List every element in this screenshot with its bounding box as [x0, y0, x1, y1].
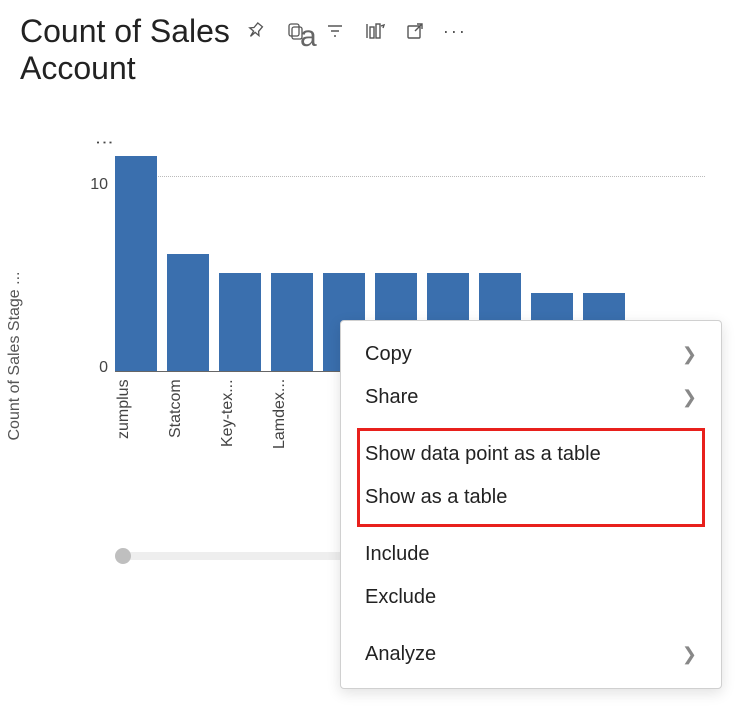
pin-icon[interactable]: [244, 20, 266, 42]
filter-icon[interactable]: [324, 20, 346, 42]
menu-item-show-as-table[interactable]: Show as a table: [341, 476, 721, 519]
menu-label: Show as a table: [365, 486, 507, 509]
menu-item-copy[interactable]: Copy ❯: [341, 333, 721, 376]
x-label-0: zumplus: [115, 379, 157, 494]
bar-3[interactable]: [271, 273, 313, 371]
menu-label: Share: [365, 386, 418, 409]
menu-label: Exclude: [365, 586, 436, 609]
y-axis-label: Count of Sales Stage ...: [6, 236, 24, 476]
bar-2[interactable]: [219, 273, 261, 371]
menu-label: Analyze: [365, 643, 436, 666]
visual-toolbar: ···: [244, 20, 466, 42]
menu-item-share[interactable]: Share ❯: [341, 376, 721, 419]
menu-item-show-data-point[interactable]: Show data point as a table: [341, 433, 721, 476]
menu-label: Include: [365, 543, 430, 566]
popout-icon[interactable]: [404, 20, 426, 42]
bar-0[interactable]: [115, 156, 157, 371]
y-tick-0: 0: [68, 359, 108, 377]
y-tick-10: 10: [68, 176, 108, 194]
bar-1[interactable]: [167, 254, 209, 371]
menu-item-exclude[interactable]: Exclude: [341, 576, 721, 619]
more-icon[interactable]: ···: [444, 20, 466, 42]
x-label-3: Lamdex...: [271, 379, 313, 494]
title-obscured-char: a: [300, 20, 317, 54]
scroll-thumb[interactable]: [115, 548, 131, 564]
chart-kebab-icon[interactable]: ⋮: [94, 134, 115, 150]
chevron-right-icon: ❯: [682, 644, 697, 665]
context-menu: Copy ❯ Share ❯ Show data point as a tabl…: [340, 320, 722, 689]
chevron-right-icon: ❯: [682, 387, 697, 408]
menu-label: Copy: [365, 343, 412, 366]
menu-item-analyze[interactable]: Analyze ❯: [341, 633, 721, 676]
menu-label: Show data point as a table: [365, 443, 601, 466]
chevron-right-icon: ❯: [682, 344, 697, 365]
spotlight-icon[interactable]: [364, 20, 386, 42]
page-title-line1: Count of Sales: [20, 12, 230, 50]
x-label-2: Key-tex...: [219, 379, 261, 494]
page-title-line2: Account: [0, 50, 755, 87]
menu-item-include[interactable]: Include: [341, 533, 721, 576]
x-label-1: Statcom: [167, 379, 209, 494]
